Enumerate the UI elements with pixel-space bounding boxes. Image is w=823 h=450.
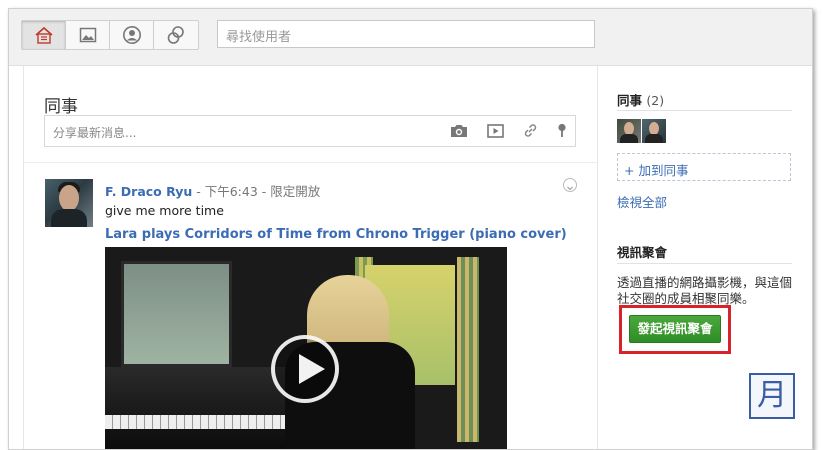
page-title: 同事 [44,97,78,117]
play-icon[interactable] [271,335,339,403]
post-header: F. Draco Ryu - 下午6:43 - 限定開放 [105,181,320,200]
divider [617,263,792,264]
share-box[interactable]: 分享最新消息... [44,115,576,147]
share-icons [450,123,567,138]
post-time[interactable]: 下午6:43 [205,184,258,199]
search-input[interactable]: 尋找使用者 [217,20,595,48]
camera-icon[interactable] [450,124,468,138]
post-text: give me more time [105,203,224,218]
separator: - [192,184,205,199]
link-icon[interactable] [523,123,538,138]
hangout-heading: 視訊聚會 [617,245,668,260]
video-icon[interactable] [487,123,504,138]
nav-stream-button[interactable] [22,21,66,49]
post-menu-chevron-icon[interactable] [563,178,577,192]
nav-button-group [21,20,199,50]
view-all-link[interactable]: 檢視全部 [617,192,667,211]
divider [24,162,597,163]
nav-circles-button[interactable] [154,21,198,49]
location-pin-icon[interactable] [557,123,567,138]
share-placeholder: 分享最新消息... [53,126,137,140]
nav-profile-button[interactable] [110,21,154,49]
divider [617,110,792,111]
post-video-link[interactable]: Lara plays Corridors of Time from Chrono… [105,227,567,242]
circles-icon [167,26,184,44]
app-window: 尋找使用者 同事 分享最新消息... F. Draco Ryu - 下午6:43… [8,8,813,450]
add-to-circle-button[interactable]: + 加到同事 [617,153,791,181]
separator: - [257,184,271,199]
sidebar: 同事 (2) + 加到同事 檢視全部 視訊聚會 透過直播的網路攝影機，與這個社交… [617,66,797,449]
post-author-link[interactable]: F. Draco Ryu [105,184,192,199]
highlight-box: 發起視訊聚會 [619,305,731,354]
nav-photos-button[interactable] [66,21,110,49]
circle-count: (2) [646,93,665,108]
video-thumbnail[interactable] [105,247,507,449]
start-hangout-button[interactable]: 發起視訊聚會 [629,315,721,343]
author-avatar[interactable] [45,179,93,227]
stream-home-icon [34,26,53,44]
hangout-description: 透過直播的網路攝影機，與這個社交圈的成員相聚同樂。 [617,275,793,306]
member-avatar[interactable] [642,119,666,143]
stream-column: 同事 分享最新消息... F. Draco Ryu - 下午6:43 - 限定開… [23,66,598,449]
member-thumbnails [617,119,666,143]
photos-icon [79,27,96,43]
moon-stamp-logo: 月 [749,373,795,419]
post-visibility[interactable]: 限定開放 [270,184,320,199]
top-bar: 尋找使用者 [9,9,812,66]
member-avatar[interactable] [617,119,641,143]
circle-title: 同事 [617,93,643,108]
circle-heading: 同事 (2) [617,90,664,109]
profile-icon [122,26,141,44]
